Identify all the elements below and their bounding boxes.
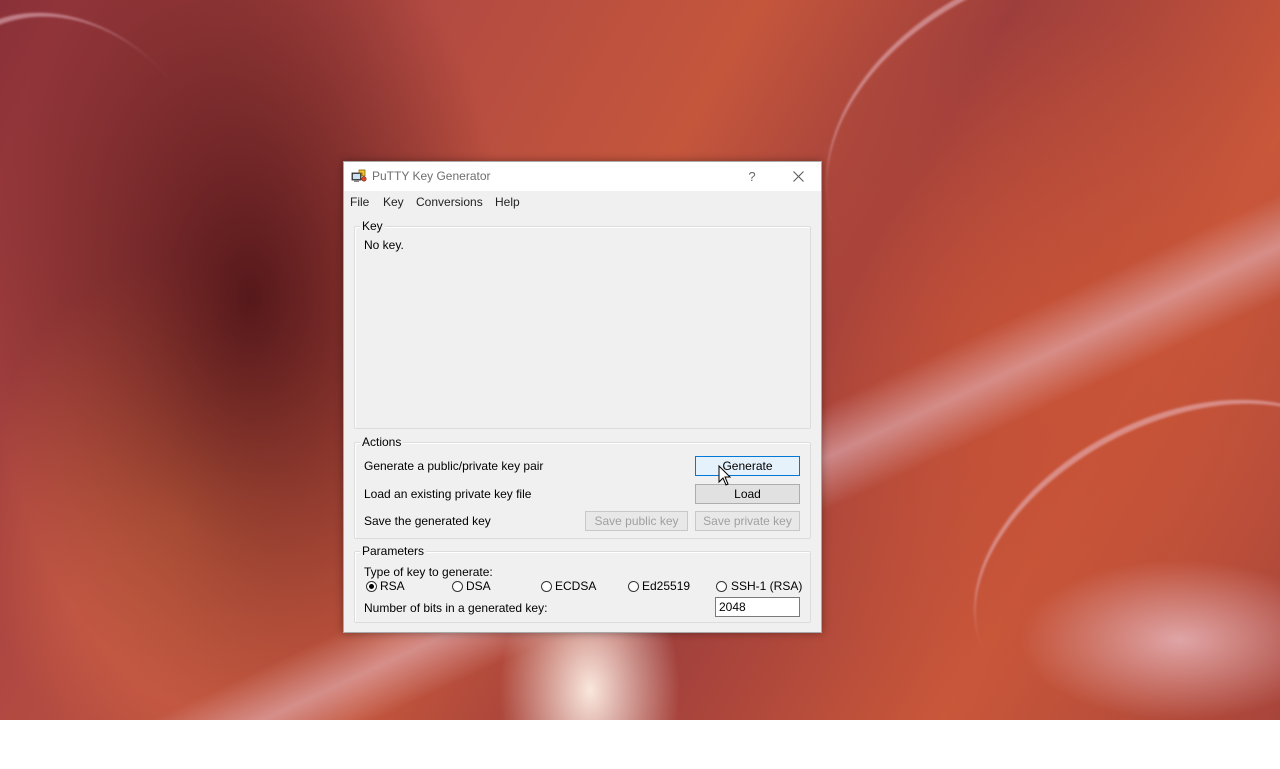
question-icon: ? bbox=[748, 169, 756, 184]
radio-ed25519-label[interactable]: Ed25519 bbox=[642, 579, 690, 593]
menu-bar: File Key Conversions Help bbox=[344, 191, 821, 213]
load-button[interactable]: Load bbox=[695, 484, 800, 504]
close-icon bbox=[792, 171, 804, 182]
key-status-text: No key. bbox=[364, 238, 404, 252]
save-description: Save the generated key bbox=[364, 514, 491, 528]
menu-conversions[interactable]: Conversions bbox=[416, 195, 483, 209]
wallpaper-streak bbox=[922, 336, 1280, 769]
actions-groupbox: Actions Generate a public/private key pa… bbox=[354, 435, 811, 539]
radio-ssh1-rsa-label[interactable]: SSH-1 (RSA) bbox=[731, 579, 802, 593]
close-button[interactable] bbox=[775, 162, 821, 191]
key-group-label: Key bbox=[360, 219, 385, 233]
menu-help[interactable]: Help bbox=[495, 195, 520, 209]
putty-keygen-window: PuTTY Key Generator ? File Key Conversio… bbox=[343, 161, 822, 633]
radio-rsa-label[interactable]: RSA bbox=[380, 579, 405, 593]
menu-file[interactable]: File bbox=[350, 195, 369, 209]
radio-dsa-label[interactable]: DSA bbox=[466, 579, 491, 593]
save-public-key-button[interactable]: Save public key bbox=[585, 511, 688, 531]
radio-ecdsa-label[interactable]: ECDSA bbox=[555, 579, 596, 593]
radio-rsa[interactable] bbox=[366, 581, 377, 592]
actions-group-label: Actions bbox=[360, 435, 404, 449]
radio-ssh1-rsa[interactable] bbox=[716, 581, 727, 592]
wallpaper-streak bbox=[776, 0, 1280, 398]
radio-ed25519[interactable] bbox=[628, 581, 639, 592]
title-bar[interactable]: PuTTY Key Generator ? bbox=[344, 162, 821, 191]
putty-app-icon bbox=[351, 169, 367, 182]
mouse-cursor-icon bbox=[718, 465, 732, 486]
menu-key[interactable]: Key bbox=[383, 195, 404, 209]
load-description: Load an existing private key file bbox=[364, 487, 532, 501]
bits-input[interactable] bbox=[715, 597, 800, 617]
window-title: PuTTY Key Generator bbox=[372, 169, 491, 183]
bits-label: Number of bits in a generated key: bbox=[364, 601, 548, 615]
wallpaper-streak bbox=[0, 0, 275, 372]
key-type-label: Type of key to generate: bbox=[364, 565, 493, 579]
parameters-group-label: Parameters bbox=[360, 544, 427, 558]
radio-dsa[interactable] bbox=[452, 581, 463, 592]
save-private-key-button[interactable]: Save private key bbox=[695, 511, 800, 531]
help-title-button[interactable]: ? bbox=[729, 162, 775, 191]
key-groupbox: Key No key. bbox=[354, 219, 811, 429]
parameters-groupbox: Parameters Type of key to generate: RSA … bbox=[354, 544, 811, 623]
radio-ecdsa[interactable] bbox=[541, 581, 552, 592]
generate-button[interactable]: Generate bbox=[695, 456, 800, 476]
generate-description: Generate a public/private key pair bbox=[364, 459, 544, 473]
